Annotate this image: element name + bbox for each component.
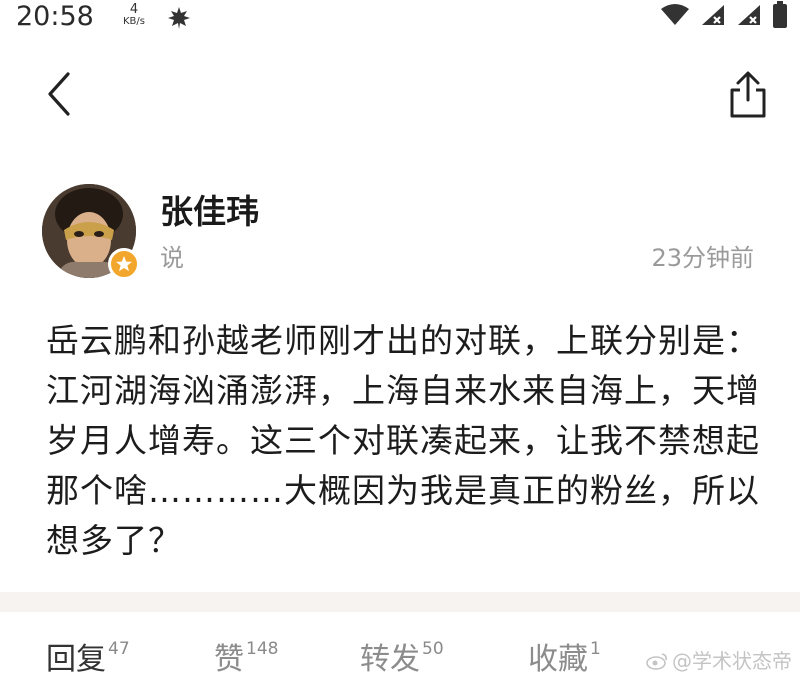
like-count: 148 [246,639,279,659]
status-time: 20:58 [16,1,94,32]
status-bar: 20:58 4 KB/s [0,0,800,40]
watermark: @学术状态帝 [646,648,792,674]
signal-x-icon [700,3,726,31]
post-text: 岳云鹏和孙越老师刚才出的对联，上联分别是：江河湖海汹涌澎湃，上海自来水来自海上，… [46,321,760,560]
back-button[interactable] [38,68,82,120]
repost-button[interactable]: 转发 50 [360,639,444,680]
status-icons [660,1,788,33]
favorite-button[interactable]: 收藏 1 [528,639,601,680]
signal-x-icon [736,3,762,31]
network-speed: 4 KB/s [119,2,149,28]
divider [0,592,800,612]
chevron-left-icon [48,72,70,116]
leaf-icon [166,5,192,35]
share-icon [730,71,766,118]
wifi-icon [660,3,690,31]
author-row: 张佳玮 说 23分钟前 [0,180,800,290]
nav-bar [0,62,800,126]
like-button[interactable]: 赞 148 [214,639,279,680]
reply-button[interactable]: 回复 47 [46,639,130,680]
post-timestamp: 23分钟前 [651,244,754,272]
favorite-count: 1 [590,639,601,659]
like-label: 赞 [214,642,244,677]
star-icon [116,256,132,272]
verified-badge [108,248,140,280]
network-speed-unit: KB/s [123,16,145,27]
author-subtitle: 说 [160,244,184,272]
favorite-label: 收藏 [528,642,588,677]
weibo-logo-icon [646,653,667,670]
share-button[interactable] [726,68,770,120]
repost-label: 转发 [360,642,420,677]
reply-count: 47 [108,639,130,659]
watermark-text: @学术状态帝 [672,649,792,673]
reply-label: 回复 [46,642,106,677]
network-speed-value: 4 [129,2,139,17]
author-name[interactable]: 张佳玮 [160,190,259,234]
battery-icon [772,1,788,33]
repost-count: 50 [422,639,444,659]
